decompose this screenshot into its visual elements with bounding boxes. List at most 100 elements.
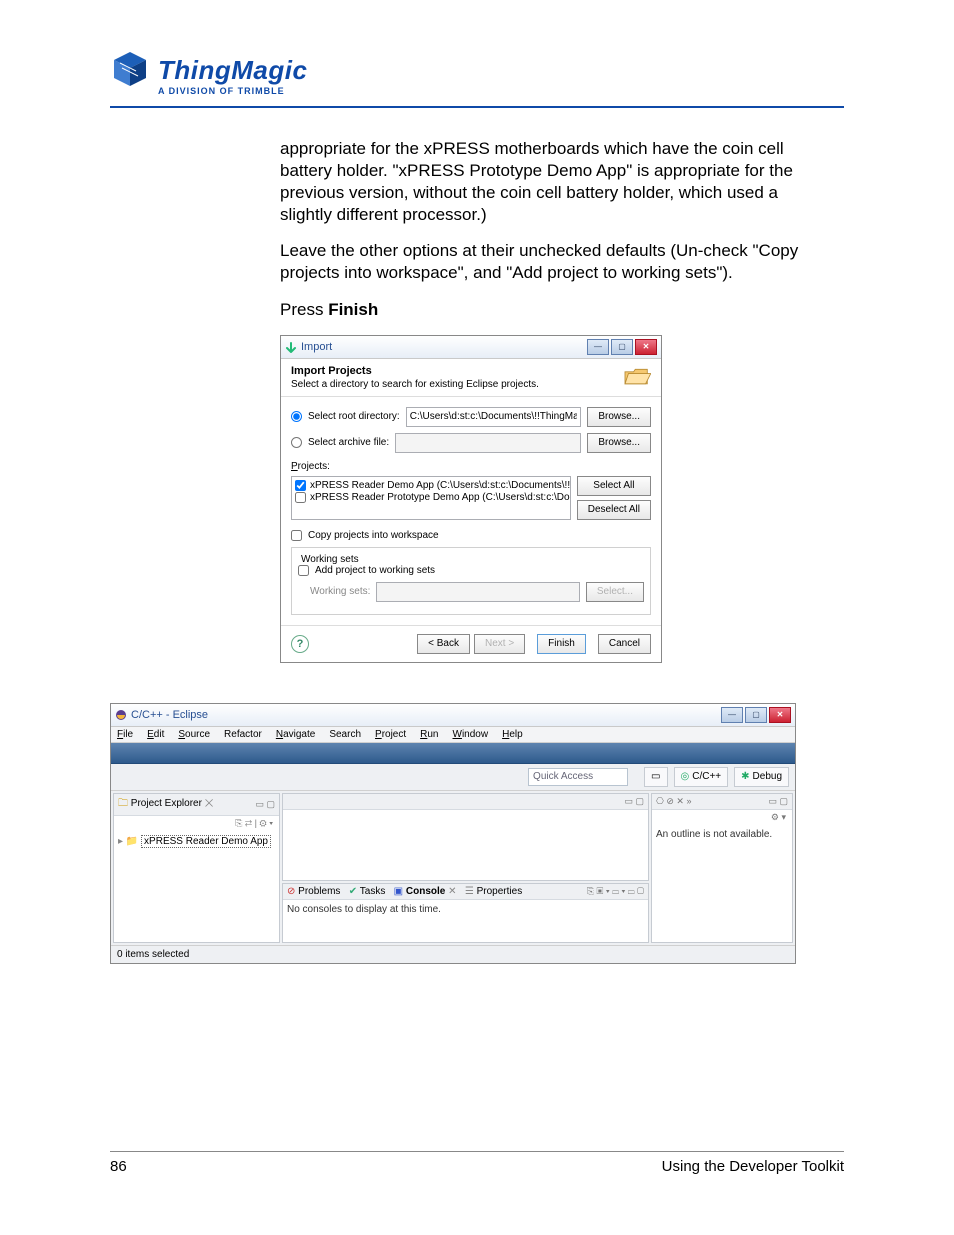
ccpp-perspective-button[interactable]: ◎ C/C++: [674, 767, 729, 787]
status-bar: 0 items selected: [111, 945, 795, 963]
dialog-titlebar: Import — ▢ ✕: [281, 336, 661, 359]
ide-close-button[interactable]: ✕: [769, 707, 791, 723]
console-icon: ▣: [394, 886, 403, 897]
dialog-button-bar: ? < Back Next > Finish Cancel: [281, 625, 661, 662]
project-item-icon: 📁: [126, 836, 138, 847]
outline-pane: ⎔ ⊘ ✕ » ▭ ▢ ⚙ ▾ An outline is not availa…: [651, 793, 793, 943]
menu-help[interactable]: Help: [502, 729, 523, 740]
editor-pane: ▭ ▢: [282, 793, 649, 881]
ws-select-button[interactable]: Select...: [586, 582, 644, 602]
tab-close-icon[interactable]: ✕: [205, 798, 214, 809]
cancel-button[interactable]: Cancel: [598, 634, 651, 654]
header-rule: [110, 106, 844, 108]
back-button[interactable]: < Back: [417, 634, 470, 654]
console-body: No consoles to display at this time.: [283, 900, 648, 942]
paragraph-1: appropriate for the xPRESS motherboards …: [280, 138, 814, 226]
help-icon[interactable]: ?: [291, 635, 309, 653]
logo-text: ThingMagic: [158, 55, 307, 86]
wizard-description: Select a directory to search for existin…: [291, 379, 539, 390]
eclipse-icon: [115, 709, 127, 721]
console-close-icon[interactable]: ✕: [448, 886, 456, 897]
project-item[interactable]: xPRESS Reader Demo App: [141, 835, 271, 848]
project-2-checkbox[interactable]: [295, 492, 306, 503]
finish-button[interactable]: Finish: [537, 634, 586, 654]
tab-console[interactable]: Console: [406, 886, 445, 897]
menu-refactor[interactable]: Refactor: [224, 729, 262, 740]
tab-tasks[interactable]: Tasks: [360, 886, 386, 897]
menu-edit[interactable]: Edit: [147, 729, 164, 740]
open-perspective-button[interactable]: ▭: [644, 767, 667, 787]
ide-min-button[interactable]: —: [721, 707, 743, 723]
root-dir-radio[interactable]: [291, 411, 302, 422]
select-all-button[interactable]: Select All: [577, 476, 651, 496]
project-1-checkbox[interactable]: [295, 480, 306, 491]
outline-controls[interactable]: ▭ ▢: [768, 796, 788, 807]
project-2-label: xPRESS Reader Prototype Demo App (C:\Use…: [310, 492, 571, 504]
project-row-1[interactable]: xPRESS Reader Demo App (C:\Users\d:st:c:…: [295, 480, 567, 492]
editor-controls[interactable]: ▭ ▢: [624, 796, 644, 807]
tree-expander-icon[interactable]: ▸: [118, 836, 123, 847]
folder-open-icon: [623, 365, 651, 389]
explorer-icon: 🗀: [118, 798, 128, 809]
working-sets-title: Working sets: [298, 554, 362, 565]
root-dir-input[interactable]: [406, 407, 582, 427]
menu-bar: File Edit Source Refactor Navigate Searc…: [111, 727, 795, 743]
page-footer: 86 Using the Developer Toolkit: [110, 1151, 844, 1175]
project-explorer-tab[interactable]: Project Explorer: [131, 798, 202, 809]
menu-file[interactable]: File: [117, 729, 133, 740]
cube-icon: [110, 50, 150, 90]
eclipse-window: C/C++ - Eclipse — ▢ ✕ File Edit Source R…: [110, 703, 796, 964]
import-dialog: Import — ▢ ✕ Import Projects Select a di…: [280, 335, 662, 663]
paragraph-2: Leave the other options at their uncheck…: [280, 240, 814, 284]
browse-archive-button[interactable]: Browse...: [587, 433, 651, 453]
debug-perspective-button[interactable]: ✱ Debug: [734, 767, 789, 787]
working-sets-group: Working sets Add project to working sets…: [291, 547, 651, 615]
ide-max-button[interactable]: ▢: [745, 707, 767, 723]
project-explorer-pane: 🗀 Project Explorer ✕ ▭ ▢ ⎘ ⇄ | ⚙ ▾ ▸ 📁 x…: [113, 793, 280, 943]
project-row-2[interactable]: xPRESS Reader Prototype Demo App (C:\Use…: [295, 492, 567, 504]
projects-list[interactable]: xPRESS Reader Demo App (C:\Users\d:st:c:…: [291, 476, 571, 520]
project-1-label: xPRESS Reader Demo App (C:\Users\d:st:c:…: [310, 480, 571, 492]
page-number: 86: [110, 1158, 127, 1175]
outline-message: An outline is not available.: [652, 825, 792, 942]
bottom-pane: ⊘ Problems ✔ Tasks ▣ Console ✕ ☰ Propert…: [282, 883, 649, 943]
minimize-button[interactable]: —: [587, 339, 609, 355]
close-button[interactable]: ✕: [635, 339, 657, 355]
archive-radio[interactable]: [291, 437, 302, 448]
archive-label: Select archive file:: [308, 437, 389, 448]
ccpp-icon: ◎: [681, 771, 690, 782]
tab-problems[interactable]: Problems: [298, 886, 340, 897]
wizard-header: Import Projects Select a directory to se…: [281, 359, 661, 397]
next-button[interactable]: Next >: [474, 634, 525, 654]
copy-label: Copy projects into workspace: [308, 530, 439, 541]
explorer-toolbar[interactable]: ⎘ ⇄ | ⚙ ▾: [114, 816, 279, 831]
menu-window[interactable]: Window: [453, 729, 489, 740]
menu-navigate[interactable]: Navigate: [276, 729, 315, 740]
footer-label: Using the Developer Toolkit: [662, 1158, 844, 1175]
maximize-button[interactable]: ▢: [611, 339, 633, 355]
tasks-icon: ✔: [349, 886, 357, 897]
menu-run[interactable]: Run: [420, 729, 438, 740]
menu-project[interactable]: Project: [375, 729, 406, 740]
ws-label: Working sets:: [310, 586, 370, 597]
add-ws-checkbox[interactable]: [298, 565, 309, 576]
console-toolbar[interactable]: ⎘ ▣ ▾ ▭ ▾ ▭ ▢: [587, 886, 644, 897]
quick-access-input[interactable]: Quick Access: [528, 768, 628, 786]
deselect-all-button[interactable]: Deselect All: [577, 500, 651, 520]
wizard-title: Import Projects: [291, 365, 539, 377]
logo-subtext: A DIVISION OF TRIMBLE: [158, 86, 844, 96]
outline-menu[interactable]: ⚙ ▾: [652, 810, 792, 825]
properties-icon: ☰: [465, 886, 474, 897]
pane-controls[interactable]: ▭ ▢: [255, 799, 275, 810]
menu-search[interactable]: Search: [329, 729, 361, 740]
ide-workspace: 🗀 Project Explorer ✕ ▭ ▢ ⎘ ⇄ | ⚙ ▾ ▸ 📁 x…: [111, 791, 795, 945]
ws-input: [376, 582, 579, 602]
menu-source[interactable]: Source: [178, 729, 210, 740]
copy-checkbox[interactable]: [291, 530, 302, 541]
archive-input: [395, 433, 581, 453]
tab-properties[interactable]: Properties: [477, 886, 523, 897]
browse-root-button[interactable]: Browse...: [587, 407, 651, 427]
main-toolbar[interactable]: [111, 743, 795, 764]
quick-access-bar: Quick Access ▭ ◎ C/C++ ✱ Debug: [111, 764, 795, 791]
outline-toolbar[interactable]: ⎔ ⊘ ✕ »: [656, 796, 691, 807]
